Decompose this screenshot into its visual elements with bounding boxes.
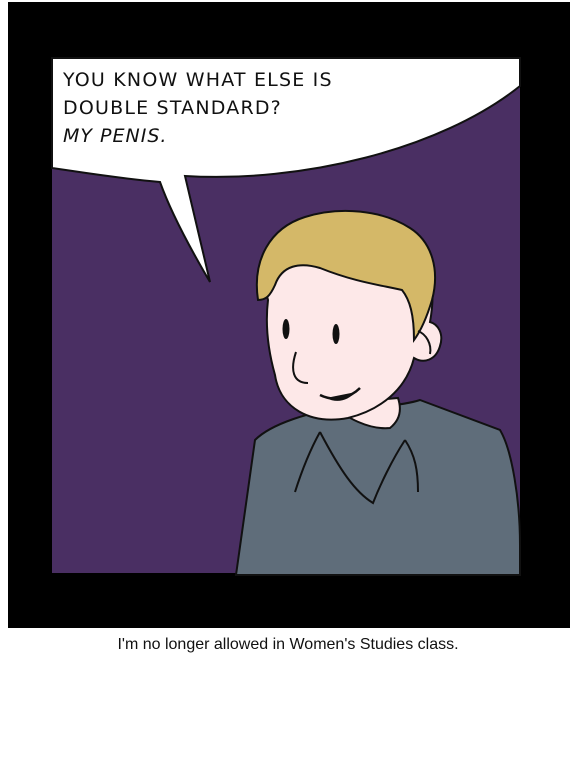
speech-text: YOU KNOW WHAT ELSE IS DOUBLE STANDARD? M… — [63, 66, 493, 150]
speech-line-1: YOU KNOW WHAT ELSE IS — [63, 69, 333, 91]
speech-line-2: DOUBLE STANDARD? — [63, 97, 282, 119]
right-eye — [332, 324, 340, 344]
speech-line-3: MY PENIS. — [63, 125, 168, 147]
left-eye — [282, 319, 290, 339]
comic-caption: I'm no longer allowed in Women's Studies… — [117, 636, 459, 653]
